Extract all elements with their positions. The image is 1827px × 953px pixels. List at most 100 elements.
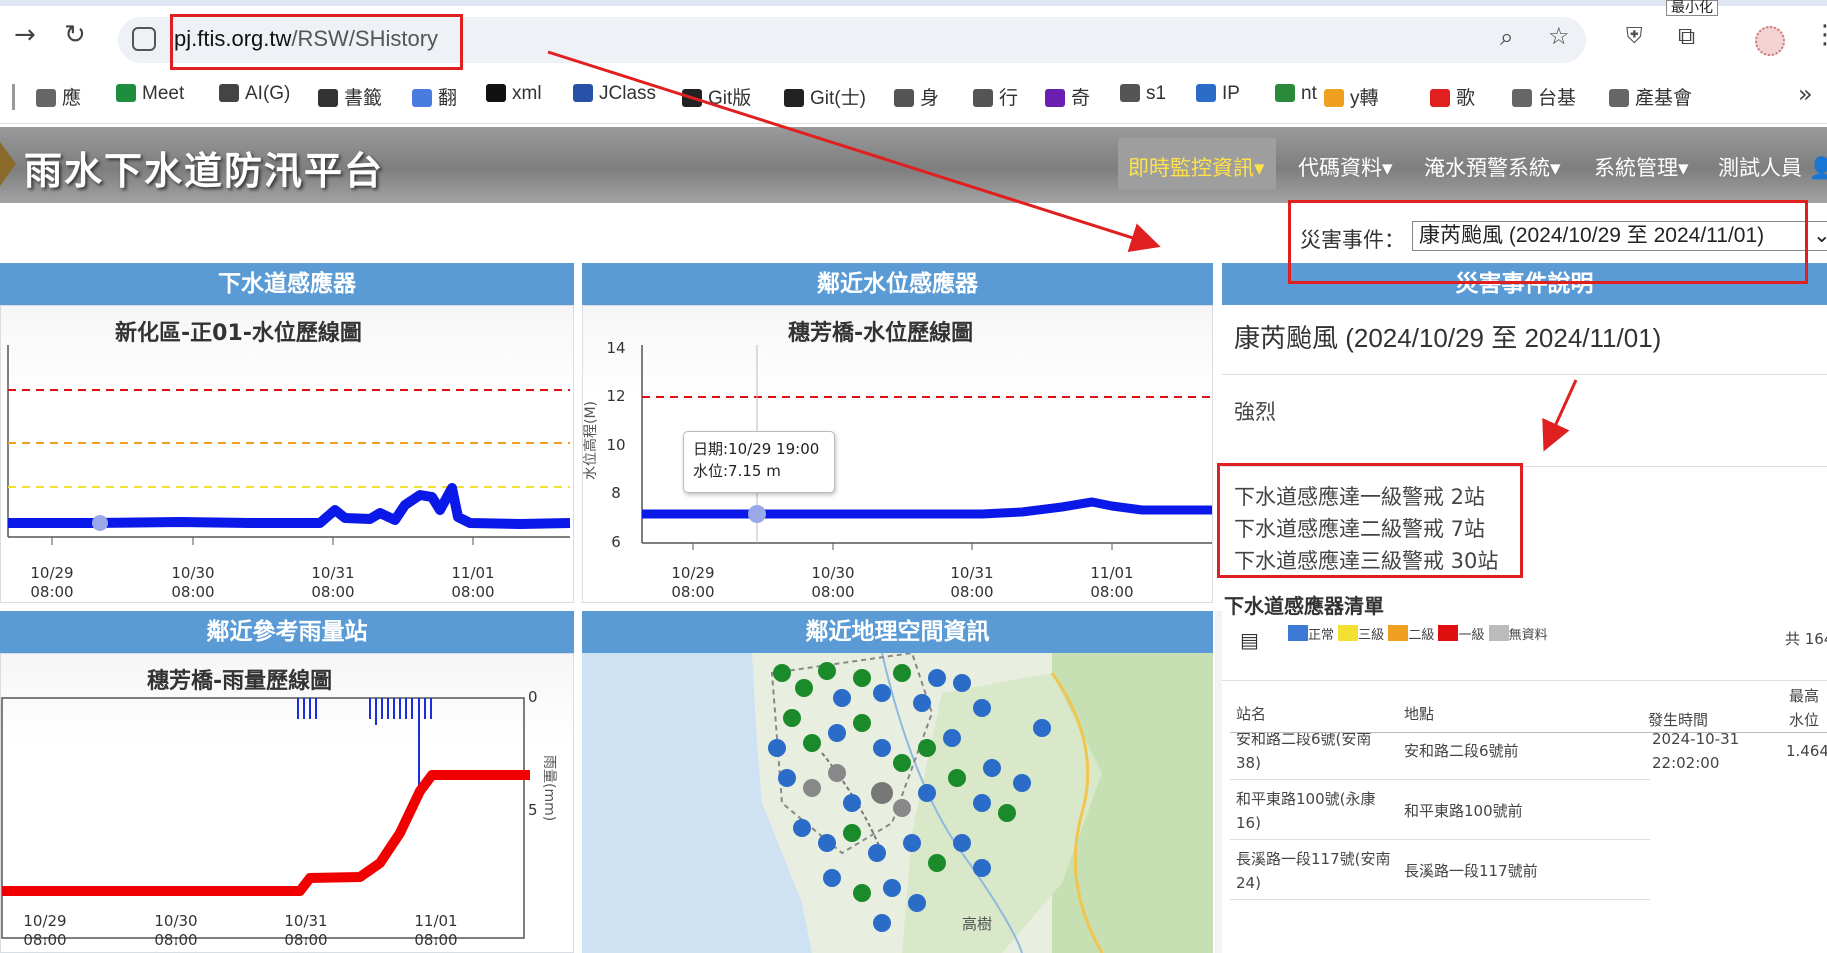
bookmark-label: Git(士) bbox=[810, 88, 866, 109]
bookmark-item[interactable]: xml bbox=[486, 83, 542, 105]
bookmark-icon bbox=[412, 89, 432, 107]
bookmark-item[interactable]: 身 bbox=[894, 83, 939, 110]
bookmark-label: y轉 bbox=[1350, 88, 1379, 109]
col-header-time[interactable]: 發生時間 bbox=[1648, 708, 1708, 732]
tab-strip[interactable] bbox=[0, 0, 1827, 6]
bookmark-item[interactable]: s1 bbox=[1120, 83, 1166, 105]
bookmark-item[interactable]: nt bbox=[1275, 83, 1317, 105]
x-tick-label: 10/30 08:00 bbox=[154, 912, 198, 949]
bookmarks-overflow-icon[interactable]: » bbox=[1798, 80, 1813, 108]
x-tick-label: 10/31 08:00 bbox=[950, 564, 994, 601]
row-1-time: 2024-10-31 22:02:00 bbox=[1652, 733, 1740, 772]
row-1-max: 1.464 bbox=[1786, 742, 1827, 760]
water-y-tick: 8 bbox=[611, 484, 621, 502]
bookmark-label: IP bbox=[1222, 83, 1240, 104]
row-3-location: 長溪路一段117號前 bbox=[1404, 862, 1538, 880]
bookmark-icon bbox=[1512, 89, 1532, 107]
menu-system[interactable]: 系統管理▾ bbox=[1594, 152, 1689, 182]
bookmark-label: AI(G) bbox=[245, 83, 291, 104]
bookmark-item[interactable]: 產基會 bbox=[1609, 83, 1692, 110]
more-menu-icon[interactable]: ⋮ bbox=[1812, 20, 1827, 50]
bookmark-label: JClass bbox=[599, 83, 657, 104]
bookmark-icon bbox=[318, 89, 338, 107]
disaster-event-name: 康芮颱風 (2024/10/29 至 2024/11/01) bbox=[1234, 323, 1662, 353]
bookmark-item[interactable]: y轉 bbox=[1324, 83, 1379, 110]
bookmark-item[interactable]: JClass bbox=[573, 83, 656, 105]
bookmark-icon bbox=[1275, 84, 1295, 102]
row-2-name: 和平東路100號(永康16) bbox=[1236, 790, 1376, 832]
bookmark-label: 產基會 bbox=[1635, 88, 1693, 109]
bookmark-label: Meet bbox=[142, 83, 185, 104]
shield-icon[interactable]: ⛨ bbox=[1626, 24, 1643, 49]
rain-y-tick: 5 bbox=[528, 801, 538, 819]
menu-realtime[interactable]: 即時監控資訊▾ bbox=[1128, 152, 1265, 182]
bookmark-label: 書籤 bbox=[344, 88, 383, 109]
bookmark-label: 應 bbox=[62, 88, 82, 109]
panel-header-sewer: 下水道感應器 bbox=[0, 263, 574, 305]
rain-y-tick: 0 bbox=[528, 688, 538, 706]
url-highlight-box bbox=[170, 14, 463, 70]
bookmark-label: nt bbox=[1301, 83, 1317, 104]
row-1-location: 安和路二段6號前 bbox=[1404, 742, 1519, 760]
water-y-tick: 10 bbox=[606, 436, 626, 454]
x-tick-label: 10/31 08:00 bbox=[311, 564, 355, 601]
sensor-total: 共 164 bbox=[1785, 630, 1827, 648]
menu-flood-warning[interactable]: 淹水預警系統▾ bbox=[1424, 152, 1561, 182]
water-chart bbox=[641, 345, 1212, 550]
site-info-icon[interactable] bbox=[132, 27, 156, 51]
map-canvas[interactable] bbox=[582, 653, 1213, 953]
bookmark-icon bbox=[573, 84, 593, 102]
col-header-max[interactable]: 最高水位 bbox=[1782, 684, 1826, 732]
bookmark-icon bbox=[1324, 89, 1344, 107]
sensor-table-body[interactable]: 安和路二段6號(安南38) 安和路二段6號前 2024-10-31 22:02:… bbox=[1230, 733, 1827, 913]
bookmark-item[interactable]: Git(士) bbox=[784, 83, 866, 110]
menu-codes[interactable]: 代碼資料▾ bbox=[1298, 152, 1393, 182]
x-tick-label: 10/29 08:00 bbox=[30, 564, 74, 601]
bookmark-item[interactable]: Git版 bbox=[682, 83, 751, 110]
sensor-list-title: 下水道感應器清單 bbox=[1224, 594, 1384, 618]
x-tick-label: 11/01 08:00 bbox=[1090, 564, 1134, 601]
bookmark-label: 歌 bbox=[1456, 88, 1476, 109]
water-tooltip: 日期:10/29 19:00 水位:7.15 m bbox=[683, 431, 835, 493]
col-header-name[interactable]: 站名 bbox=[1236, 702, 1266, 726]
bookmark-item[interactable]: 書籤 bbox=[318, 83, 382, 110]
bookmark-item[interactable]: 翻 bbox=[412, 83, 457, 110]
zoom-icon[interactable]: ⌕ bbox=[1500, 23, 1513, 51]
list-view-icon[interactable]: ▤ bbox=[1240, 628, 1259, 652]
extensions-icon[interactable]: ⧉ bbox=[1678, 22, 1695, 50]
star-icon[interactable]: ☆ bbox=[1548, 22, 1570, 50]
map-panel[interactable]: 高樹 bbox=[582, 653, 1213, 953]
bookmark-label: s1 bbox=[1146, 83, 1167, 104]
water-y-label: 水位高程(M) bbox=[583, 400, 599, 480]
panel-header-rain: 鄰近參考雨量站 bbox=[0, 611, 574, 653]
bookmark-icon bbox=[36, 89, 56, 107]
menu-user[interactable]: 測試人員 👤 bbox=[1718, 152, 1827, 182]
bookmark-item[interactable]: 奇 bbox=[1045, 83, 1090, 110]
disaster-intensity: 強烈 bbox=[1234, 400, 1276, 424]
bookmark-label: 台基 bbox=[1538, 88, 1577, 109]
divider bbox=[1215, 611, 1222, 953]
sewer-series-line bbox=[8, 483, 571, 529]
event-highlight-box bbox=[1288, 200, 1808, 284]
bookmark-item[interactable]: AI(G) bbox=[219, 83, 290, 105]
x-tick-label: 10/29 08:00 bbox=[23, 912, 67, 949]
col-header-location[interactable]: 地點 bbox=[1404, 702, 1434, 726]
bookmark-icon bbox=[486, 84, 506, 102]
bookmark-item[interactable]: 行 bbox=[973, 83, 1018, 110]
bookmark-icon bbox=[894, 89, 914, 107]
forward-icon[interactable]: → bbox=[14, 20, 36, 50]
x-tick-label: 11/01 08:00 bbox=[451, 564, 495, 601]
bookmark-item[interactable]: Meet bbox=[116, 83, 184, 105]
alerts-highlight-box bbox=[1217, 463, 1523, 578]
row-2-location: 和平東路100號前 bbox=[1404, 802, 1523, 820]
x-tick-label: 11/01 08:00 bbox=[414, 912, 458, 949]
row-3-name: 長溪路一段117號(安南24) bbox=[1236, 850, 1391, 892]
bookmark-item[interactable]: 歌 bbox=[1430, 83, 1475, 110]
avatar[interactable] bbox=[1755, 26, 1785, 56]
x-tick-label: 10/30 08:00 bbox=[811, 564, 855, 601]
bookmark-item[interactable]: IP bbox=[1196, 83, 1240, 105]
bookmark-item[interactable]: 台基 bbox=[1512, 83, 1576, 110]
bookmark-item[interactable]: 應 bbox=[36, 83, 81, 110]
reload-icon[interactable]: ↻ bbox=[64, 20, 86, 50]
bookmark-icon bbox=[1120, 84, 1140, 102]
